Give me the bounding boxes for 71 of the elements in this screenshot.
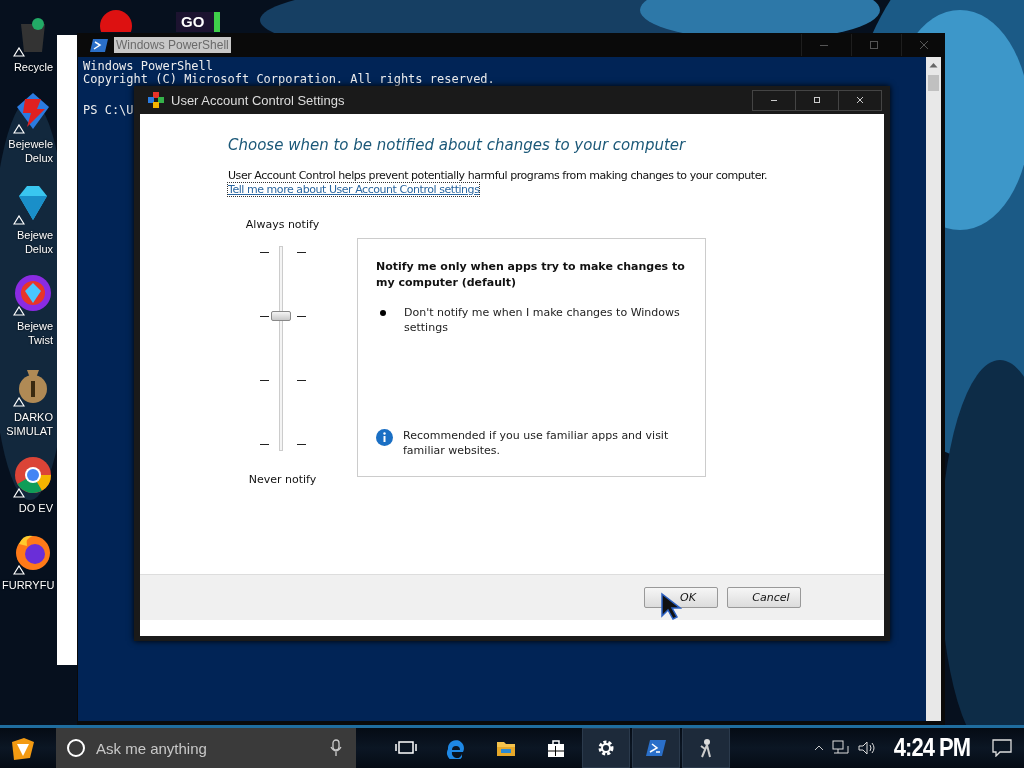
clock[interactable]: 4:24 PM (893, 733, 970, 763)
tick-mark (296, 380, 306, 381)
chrome-icon[interactable] (13, 455, 53, 495)
close-icon (918, 40, 929, 50)
scroll-thumb[interactable] (928, 75, 939, 91)
icon-label[interactable]: DARKO SIMULAT (0, 410, 53, 438)
note-text: Recommended if you use familiar apps and visit familiar websites. (403, 428, 670, 458)
close-icon (855, 95, 865, 105)
caret-icon[interactable] (813, 745, 824, 751)
console-line: Windows PowerShell (83, 60, 214, 73)
scrollbar[interactable] (926, 57, 941, 721)
icon-label[interactable]: Recycle (0, 60, 53, 74)
store-icon (545, 737, 567, 759)
minimize-icon (771, 99, 777, 101)
circle-icon (66, 738, 86, 758)
icon-label[interactable]: Bejewe Twist (0, 319, 53, 347)
heading: Choose when to be notified about changes to your computer (228, 136, 686, 154)
terminal-icon (645, 737, 667, 759)
terminal-icon (90, 38, 108, 52)
help-link[interactable]: Tell me more about User Account Control settings (228, 183, 480, 196)
slider-track[interactable] (278, 246, 283, 451)
console-prompt: PS C:\U (83, 104, 134, 117)
icon-label[interactable]: Bejewe Delux (0, 228, 53, 256)
cursor-icon (660, 592, 682, 620)
game-icon[interactable]: GO (176, 12, 221, 32)
tick-mark (259, 380, 269, 381)
slider-label: Always notify (245, 218, 320, 231)
figure-button[interactable] (682, 728, 730, 768)
maximize-icon (812, 95, 822, 105)
window-title: User Account Control Settings (171, 92, 345, 108)
tick-mark (296, 444, 306, 445)
network-icon[interactable] (831, 740, 850, 756)
icon-label[interactable]: DO EV (0, 501, 53, 515)
notification-icon[interactable] (992, 739, 1012, 757)
icon-label[interactable]: FURRYFU (0, 578, 53, 592)
scroll-up-icon[interactable] (929, 62, 938, 68)
shortcut-icon (13, 397, 25, 407)
slider-thumb[interactable] (270, 310, 291, 321)
tick-mark (296, 252, 306, 253)
search-field[interactable]: Ask me anything (96, 739, 320, 757)
shortcut-icon (13, 47, 25, 57)
tick-mark (259, 316, 269, 317)
settings-button[interactable] (582, 728, 630, 768)
shield-icon (148, 92, 164, 108)
shortcut-icon (13, 306, 25, 316)
slider-label: Never notify (248, 473, 317, 486)
info-icon (376, 429, 393, 446)
tick-mark (259, 252, 269, 253)
console-line: Copyright (C) Microsoft Corporation. All rights reserved. (83, 73, 495, 86)
bullet-text: Don't notify me when I make changes to Windows settings (404, 305, 681, 335)
icon-label[interactable]: Bejewele Delux (0, 137, 53, 165)
minimize-icon (819, 44, 828, 46)
description: User Account Control helps prevent potentially harmful programs from making changes to your computer. (228, 168, 768, 183)
maximize-icon (868, 40, 879, 50)
shortcut-icon (13, 124, 25, 134)
browser-icon (445, 737, 467, 759)
volume-icon[interactable] (857, 740, 876, 756)
microphone-icon[interactable] (330, 739, 342, 757)
shortcut-icon (13, 215, 25, 225)
window-title: Windows PowerShell (114, 37, 231, 53)
dialog-button[interactable]: Cancel (727, 587, 801, 608)
maximize-button[interactable] (795, 89, 839, 111)
orb-icon[interactable] (13, 273, 53, 313)
shortcut-icon (13, 488, 25, 498)
tick-mark (296, 316, 306, 317)
bullet-icon (380, 310, 386, 316)
setting-title: Notify me only when apps try to make changes to my computer (default) (376, 259, 686, 291)
tick-mark (259, 444, 269, 445)
shortcut-icon (13, 565, 25, 575)
search-bar[interactable]: Ask me anything (56, 728, 356, 768)
terminal-button[interactable] (632, 728, 680, 768)
